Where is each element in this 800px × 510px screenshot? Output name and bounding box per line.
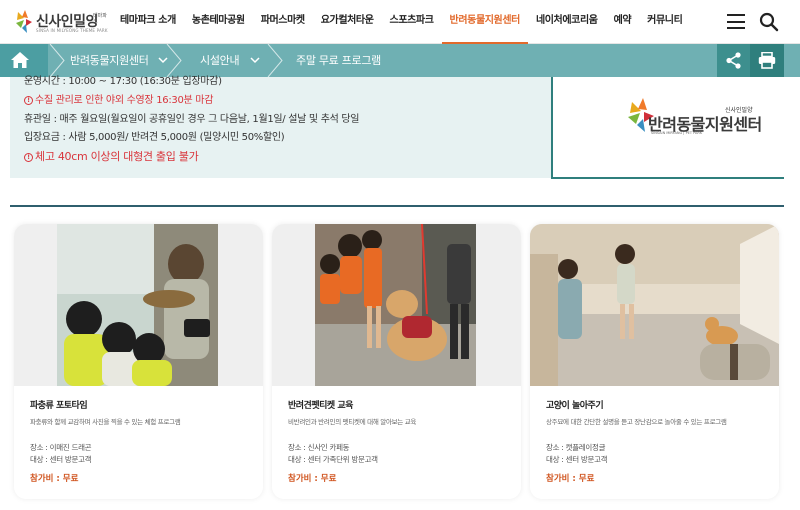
closed-days: 휴관일 : 매주 월요일(월요일이 공휴일인 경우 그 다음날, 1월1일/ 설… — [24, 114, 360, 125]
card-target: 대상 : 센터 방문고객 — [30, 455, 92, 464]
card-target: 대상 : 센터 방문고객 — [546, 455, 608, 464]
nav-item-nature-ecorium[interactable]: 네이처에코리움 — [528, 0, 606, 44]
card-title: 고양이 놀아주기 — [546, 401, 604, 411]
print-icon — [758, 52, 776, 69]
main-nav: 테마파크 소개 농촌테마공원 파머스마켓 요가컬처타운 스포츠파크 반려동물지원… — [112, 0, 690, 44]
nav-item-farmers-market[interactable]: 파머스마켓 — [253, 0, 313, 44]
card-fee: 참가비 : 무료 — [546, 474, 595, 484]
pet-center-logo-en: SINSAIN MIRYANG | PET PARK — [651, 131, 703, 135]
nav-item-pet-center[interactable]: 반려동물지원센터 — [441, 0, 528, 44]
menu-icon[interactable] — [727, 14, 745, 29]
water-notice: ! 수질 관리로 인한 야외 수영장 16:30분 마감 — [24, 91, 213, 106]
card-fee: 참가비 : 무료 — [288, 474, 337, 484]
card-title: 파충류 포토타임 — [30, 401, 88, 411]
card-place: 장소 : 신사인 카페동 — [288, 443, 350, 452]
home-icon — [11, 52, 29, 68]
card-image-area — [14, 224, 263, 386]
card-description: 상주묘에 대한 간단한 설명을 듣고 장난감으로 놀아줄 수 있는 프로그램 — [546, 418, 727, 426]
card-description: 파충류와 함께 교감하며 사진을 찍을 수 있는 체험 프로그램 — [30, 418, 181, 426]
card-place: 장소 : 이매진 드래곤 — [30, 443, 92, 452]
card-description: 비반려인과 반려인의 펫티켓에 대해 알아보는 교육 — [288, 418, 417, 426]
chevron-down-icon — [250, 57, 261, 64]
card-image-area — [530, 224, 779, 386]
nav-item-reservation[interactable]: 예약 — [606, 0, 640, 44]
section-divider — [10, 205, 784, 207]
logo-leaf-icon — [16, 10, 32, 33]
card-image-area — [272, 224, 521, 386]
breadcrumb-label: 반려동물지원센터 — [70, 54, 149, 67]
nav-item-yoga-culture-town[interactable]: 요가컬처타운 — [313, 0, 382, 44]
nav-item-rural-theme-park[interactable]: 농촌테마공원 — [184, 0, 253, 44]
logo-tag: 테마파크 — [93, 13, 107, 25]
cat-play-photo — [530, 224, 779, 386]
nav-item-theme-park-intro[interactable]: 테마파크 소개 — [112, 0, 184, 44]
warning-icon: ! — [24, 96, 33, 105]
site-logo[interactable]: 신사인밀잉 테마파크 SINSA IN MILYEONG THEME PARK — [14, 6, 114, 38]
share-icon — [726, 52, 741, 69]
card-target: 대상 : 센터 가족단위 방문고객 — [288, 455, 378, 464]
logo-subtext: SINSA IN MILYEONG THEME PARK — [36, 28, 108, 33]
share-button[interactable] — [717, 44, 750, 77]
card-place: 장소 : 캣플레이정글 — [546, 443, 606, 452]
program-card-cat-play[interactable]: 고양이 놀아주기 상주묘에 대한 간단한 설명을 듣고 장난감으로 놀아줄 수 … — [530, 224, 779, 499]
nav-item-sports-park[interactable]: 스포츠파크 — [382, 0, 442, 44]
breadcrumb-separator — [267, 44, 283, 77]
card-title: 반려견펫티켓 교육 — [288, 401, 353, 411]
water-notice-text: 수질 관리로 인한 야외 수영장 16:30분 마감 — [35, 95, 214, 106]
program-card-reptile[interactable]: 파충류 포토타임 파충류와 함께 교감하며 사진을 찍을 수 있는 체험 프로그… — [14, 224, 263, 499]
program-card-petiquette[interactable]: 반려견펫티켓 교육 비반려인과 반려인의 펫티켓에 대해 알아보는 교육 장소 … — [272, 224, 521, 499]
admission-fee: 입장요금 : 사람 5,000원/ 반려견 5,000원 (밀양시민 50%할인… — [24, 132, 285, 143]
site-header: 신사인밀잉 테마파크 SINSA IN MILYEONG THEME PARK … — [0, 0, 800, 44]
petiquette-photo — [315, 224, 476, 386]
height-notice-text: 체고 40cm 이상의 대형견 출입 불가 — [35, 150, 199, 163]
height-notice: ! 체고 40cm 이상의 대형견 출입 불가 — [24, 148, 199, 164]
reptile-photo — [57, 224, 218, 386]
nav-item-community[interactable]: 커뮤니티 — [639, 0, 690, 44]
print-button[interactable] — [750, 44, 784, 77]
warning-icon: ! — [24, 153, 33, 162]
card-fee: 참가비 : 무료 — [30, 474, 79, 484]
search-icon[interactable] — [759, 12, 779, 32]
operating-hours: 운영시간 : 10:00 ~ 17:30 (16:30분 입장마감) — [24, 76, 222, 87]
breadcrumb-item-current: 주말 무료 프로그램 — [296, 54, 381, 67]
breadcrumb-label: 시설안내 — [200, 54, 240, 67]
